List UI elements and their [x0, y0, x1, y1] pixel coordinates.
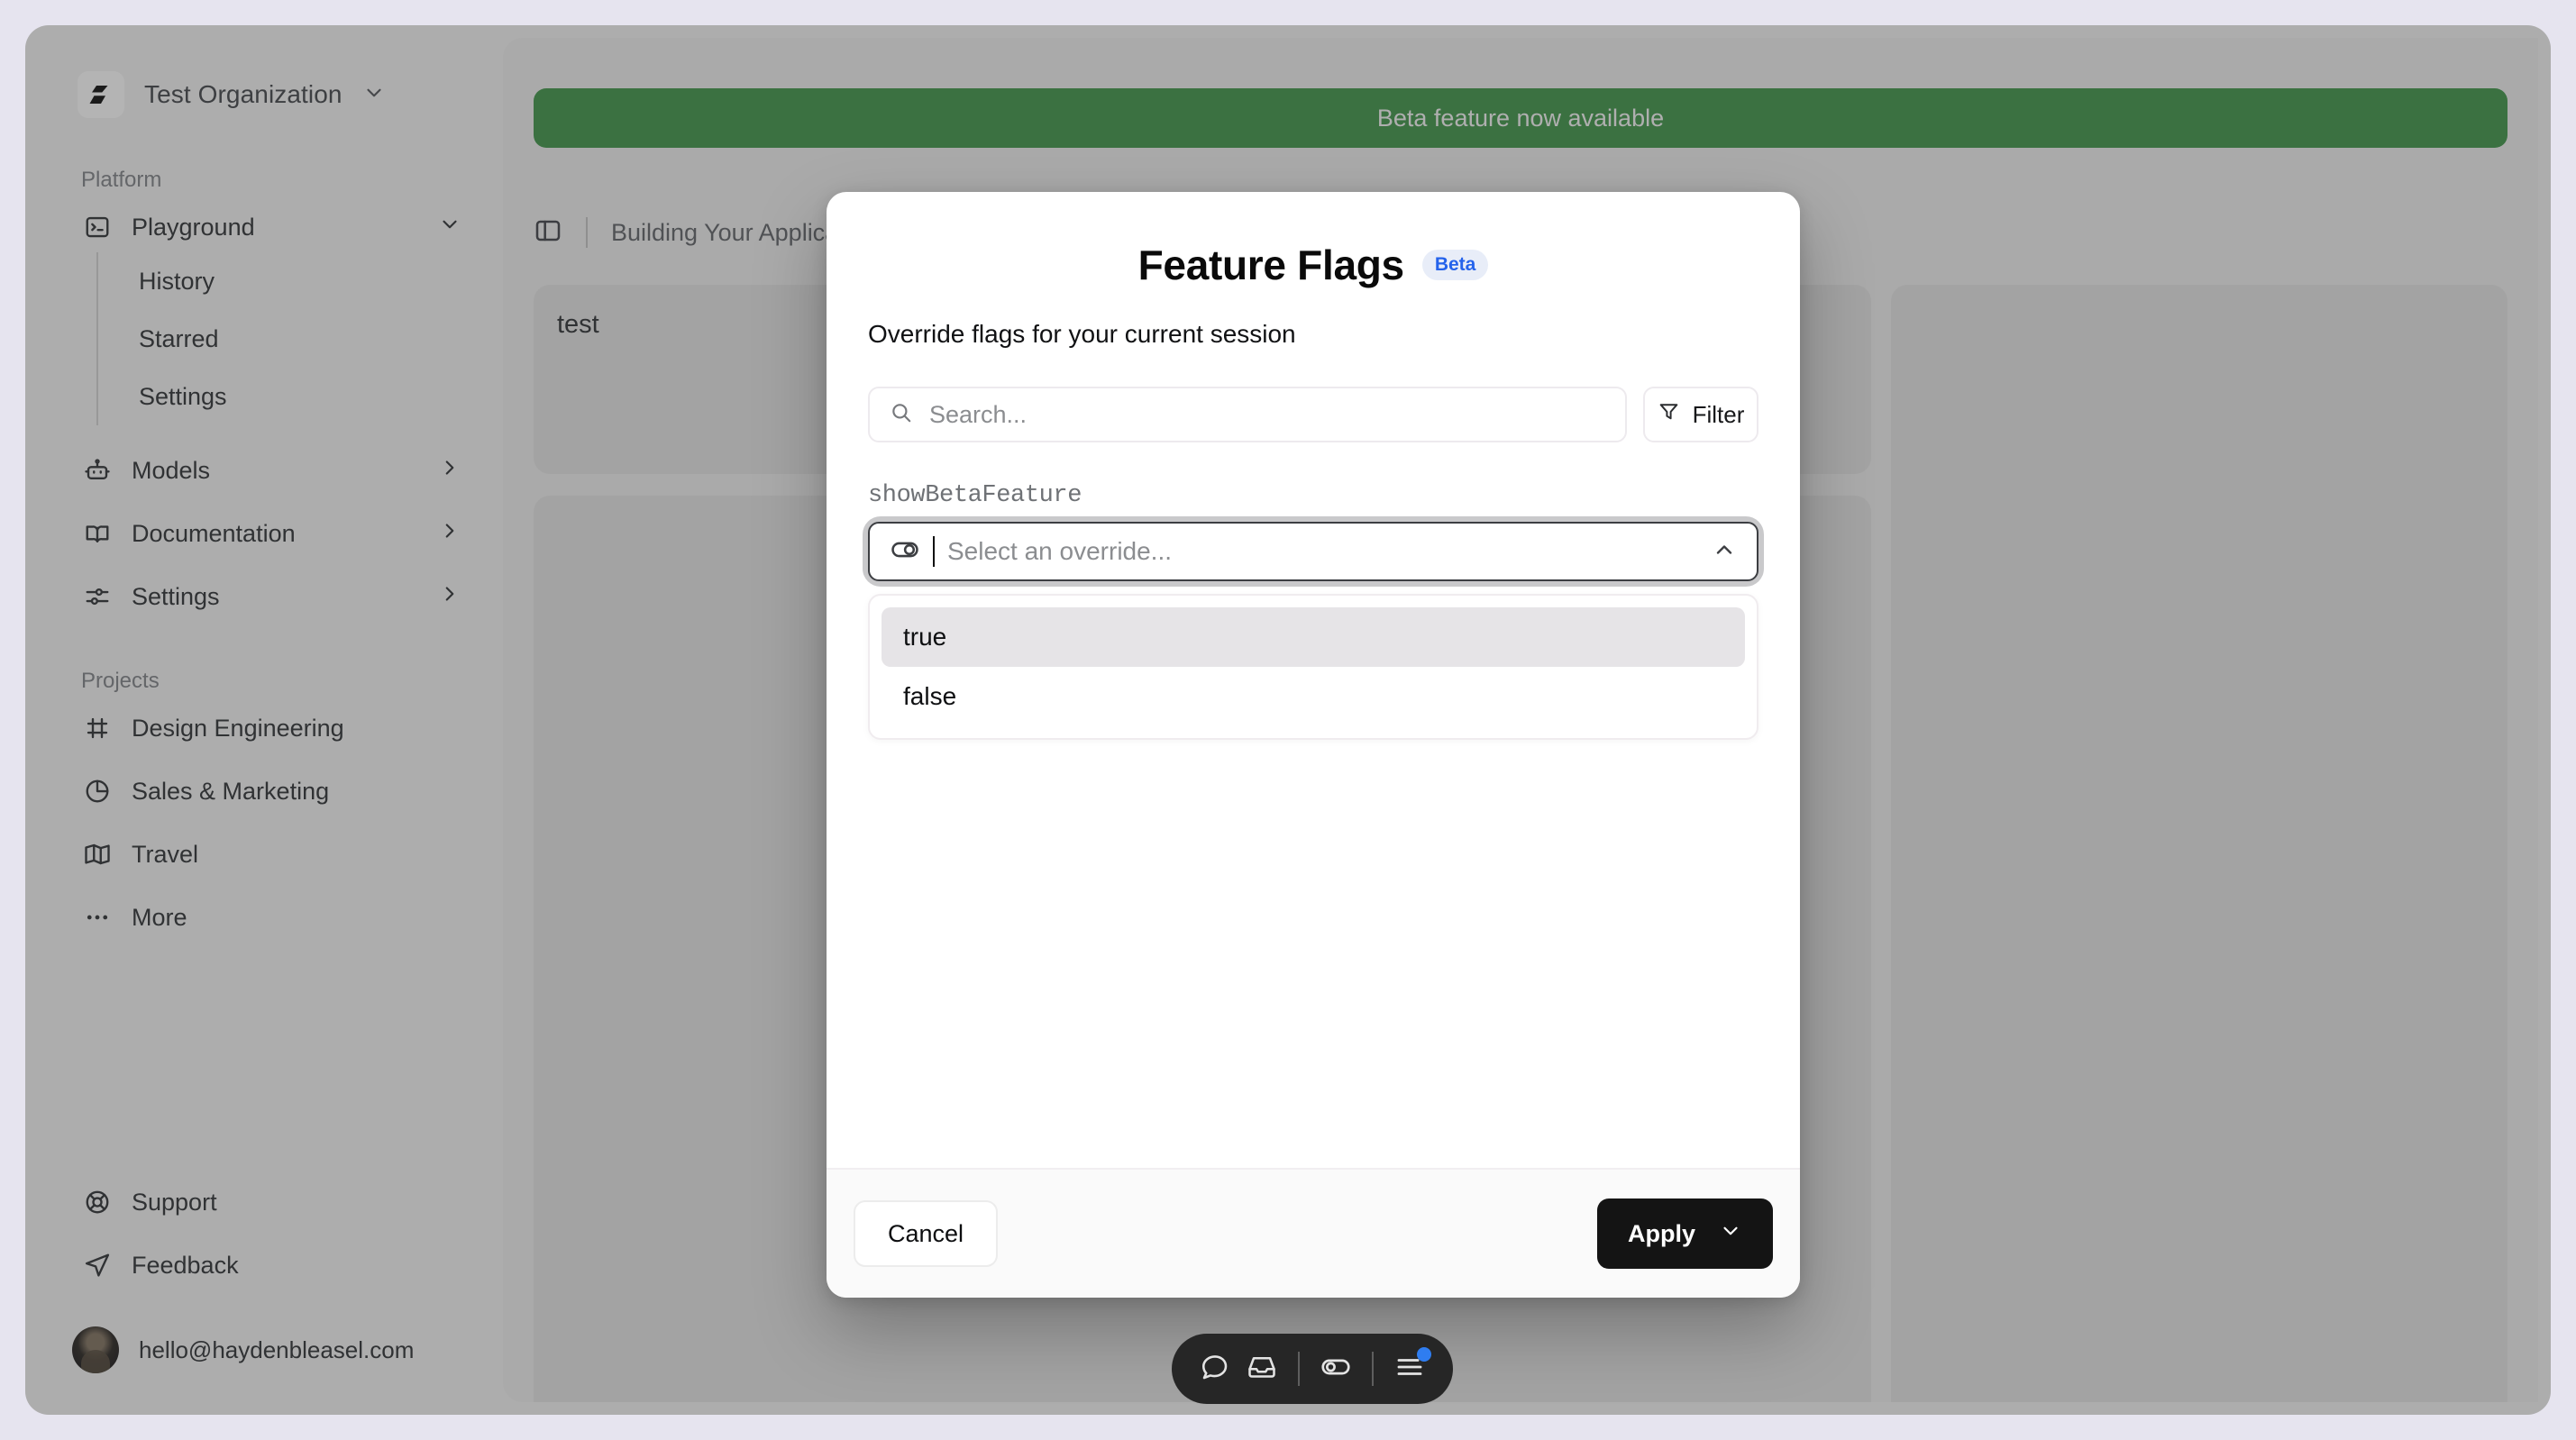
chevron-down-icon[interactable] — [1719, 1219, 1742, 1249]
dialog-footer: Cancel Apply — [827, 1168, 1800, 1298]
status-badge: Beta — [1421, 250, 1489, 280]
cancel-button[interactable]: Cancel — [854, 1200, 998, 1267]
text-cursor — [933, 536, 935, 567]
dock-button-inbox[interactable] — [1238, 1344, 1285, 1393]
override-placeholder: Select an override... — [947, 537, 1173, 565]
floating-toolbar — [1172, 1334, 1453, 1404]
dialog-header: Feature Flags Beta — [868, 241, 1758, 289]
filter-button[interactable]: Filter — [1643, 387, 1758, 442]
apply-label: Apply — [1627, 1219, 1695, 1247]
dock-divider — [1372, 1352, 1374, 1386]
search-and-filter-row: Search... Filter — [868, 387, 1758, 442]
dialog-body: Feature Flags Beta Override flags for yo… — [827, 192, 1800, 1168]
override-select[interactable]: Select an override... — [868, 522, 1758, 581]
option-false[interactable]: false — [882, 667, 1745, 726]
filter-label: Filter — [1692, 400, 1745, 428]
app-window: Test Organization Platform Playground Hi… — [25, 25, 2551, 1415]
dock-button-messages[interactable] — [1192, 1344, 1238, 1393]
option-true[interactable]: true — [882, 607, 1745, 667]
notification-badge — [1416, 1347, 1431, 1362]
dock-divider — [1298, 1352, 1300, 1386]
feature-flag-toggle-icon — [1319, 1350, 1353, 1389]
search-icon — [890, 401, 913, 429]
dialog-title: Feature Flags — [1137, 242, 1405, 288]
inbox-icon — [1246, 1351, 1278, 1388]
toggle-right-icon — [890, 534, 920, 570]
flag-name: showBetaFeature — [868, 482, 1082, 509]
override-select-trigger[interactable]: Select an override... — [868, 522, 1758, 581]
search-placeholder: Search... — [929, 400, 1028, 428]
chevron-up-icon[interactable] — [1712, 537, 1737, 567]
dialog-subtitle: Override flags for your current session — [868, 320, 1296, 348]
message-circle-icon — [1199, 1351, 1231, 1388]
override-options-list: true false — [868, 594, 1758, 740]
dock-button-feature-flags[interactable] — [1312, 1344, 1359, 1393]
apply-button[interactable]: Apply — [1596, 1198, 1773, 1269]
dock-button-menu[interactable] — [1386, 1344, 1433, 1393]
filter-icon — [1658, 400, 1680, 429]
feature-flags-dialog: Feature Flags Beta Override flags for yo… — [827, 192, 1800, 1298]
search-input[interactable]: Search... — [868, 387, 1627, 442]
